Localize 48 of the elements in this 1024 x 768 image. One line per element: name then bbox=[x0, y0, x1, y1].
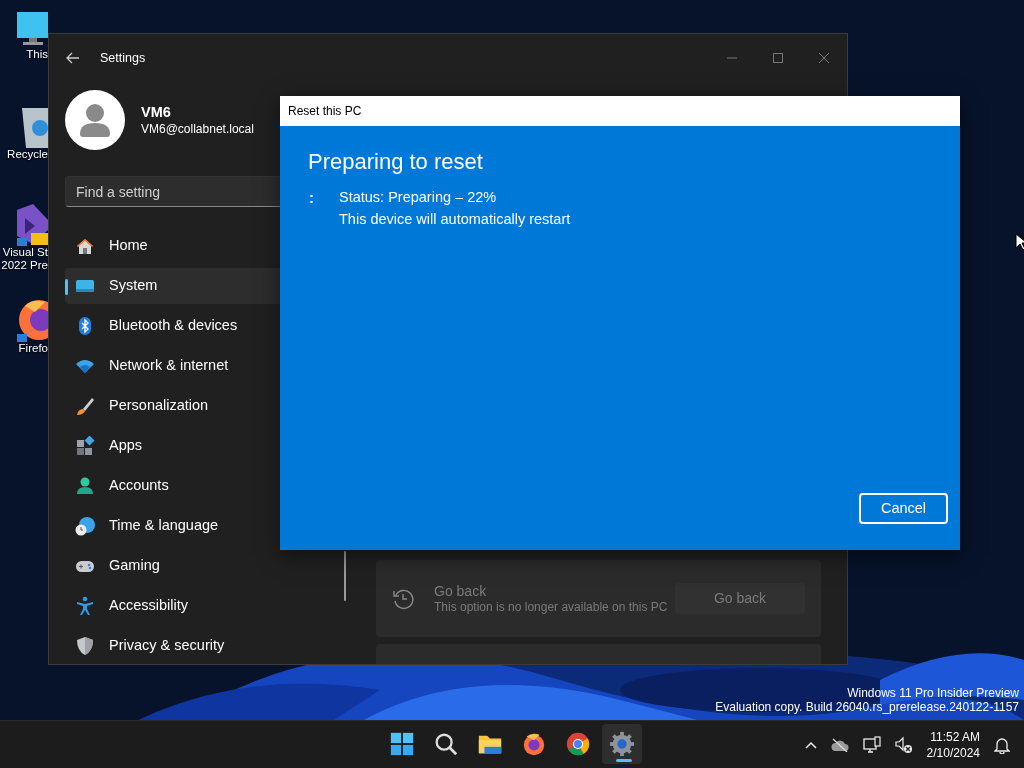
icon-label: This bbox=[26, 48, 48, 61]
cancel-button[interactable]: Cancel bbox=[859, 493, 948, 524]
network-monitor-icon[interactable] bbox=[862, 736, 881, 754]
status-text: This device will automatically restart bbox=[339, 210, 571, 229]
icon-label: Visual St bbox=[1, 246, 48, 259]
chevron-up-icon[interactable] bbox=[804, 741, 817, 749]
avatar-icon bbox=[65, 90, 125, 150]
history-icon bbox=[392, 587, 414, 610]
chrome-icon bbox=[565, 731, 591, 757]
icon-label: Firefo bbox=[18, 342, 48, 355]
house-icon bbox=[75, 236, 95, 256]
user-email: VM6@collabnet.local bbox=[141, 121, 254, 137]
clock[interactable]: 11:52 AM 2/10/2024 bbox=[926, 729, 980, 761]
build-info-text: Windows 11 Pro Insider Preview bbox=[846, 686, 1019, 700]
speaker-muted-icon[interactable] bbox=[894, 736, 913, 754]
shield-icon bbox=[75, 636, 95, 656]
nav-item[interactable]: Personalization bbox=[65, 388, 344, 424]
bell-icon[interactable] bbox=[994, 736, 1010, 754]
search-icon bbox=[433, 731, 459, 757]
window-title: Settings bbox=[100, 49, 146, 67]
card-title: Go back bbox=[434, 582, 488, 599]
firefox-icon bbox=[521, 731, 547, 757]
start-icon bbox=[389, 731, 415, 757]
card-description: This option is no longer available on this PC bbox=[434, 598, 669, 615]
cloud-off-icon[interactable] bbox=[830, 738, 849, 752]
build-info-text: Evaluation copy. Build 26040.rs_prerelease.240122-1157 bbox=[715, 700, 1019, 714]
dialog-title: Reset this PC bbox=[288, 103, 362, 120]
spinner-text: : bbox=[309, 188, 315, 208]
icon-label: 2022 Pre bbox=[1, 259, 48, 272]
user-name: VM6 bbox=[141, 103, 172, 121]
taskbar-button[interactable] bbox=[602, 724, 642, 764]
person-icon bbox=[75, 476, 95, 496]
icon-label: Recycle bbox=[7, 148, 48, 161]
nav-item[interactable]: Accounts bbox=[65, 468, 344, 504]
accessibility-icon bbox=[75, 596, 95, 616]
nav-item[interactable]: Privacy & security bbox=[65, 628, 344, 664]
back-icon[interactable] bbox=[66, 52, 80, 64]
apps-icon bbox=[75, 436, 95, 456]
maximize-button[interactable] bbox=[772, 52, 784, 64]
scrollbar[interactable] bbox=[344, 551, 346, 601]
dialog-heading: Preparing to reset bbox=[308, 148, 484, 176]
nav-item[interactable]: Apps bbox=[65, 428, 344, 464]
brush-icon bbox=[75, 396, 95, 416]
gear-icon bbox=[609, 731, 635, 757]
cursor-icon bbox=[1015, 233, 1024, 251]
close-button[interactable] bbox=[818, 52, 830, 64]
globe-clock-icon bbox=[75, 516, 95, 536]
nav-item[interactable]: Accessibility bbox=[65, 588, 344, 624]
